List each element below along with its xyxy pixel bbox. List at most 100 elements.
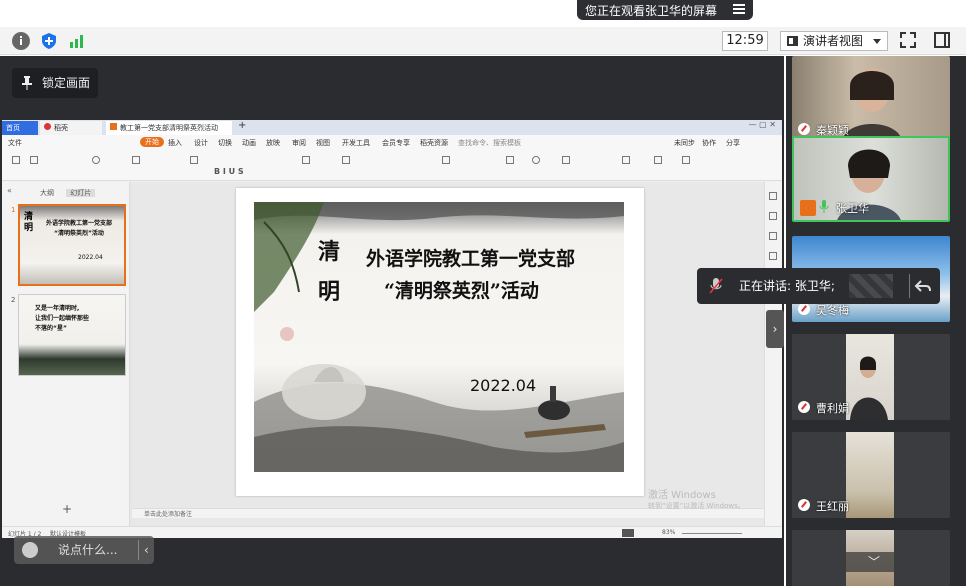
tab-home[interactable]: 首页 <box>2 121 38 135</box>
screen-share-label: 您正在观看张卫华的屏幕 <box>585 3 718 18</box>
thumb2-line-1: 又是一年清明时, <box>35 305 80 312</box>
reply-icon[interactable] <box>914 277 932 295</box>
replace-icon[interactable] <box>654 156 662 164</box>
menu-member[interactable]: 会员专享 <box>382 138 410 148</box>
sidebar-toggle-icon[interactable] <box>934 32 950 48</box>
zoom-level[interactable]: 83% <box>662 529 675 536</box>
info-icon[interactable] <box>12 32 30 50</box>
menu-view[interactable]: 视图 <box>316 138 330 148</box>
menu-sync[interactable]: 未同步 <box>674 138 695 148</box>
chevron-left-icon[interactable]: ‹ <box>144 536 149 564</box>
slide-thumbnail-1[interactable]: 清明 外语学院教工第一党支部 “清明祭英烈”活动 2022.04 <box>18 204 126 286</box>
lock-view-label: 锁定画面 <box>42 76 91 90</box>
mic-muted-icon <box>709 278 723 294</box>
command-search[interactable]: 查找命令、搜索模板 <box>458 138 521 148</box>
menu-share[interactable]: 分享 <box>726 138 740 148</box>
menu-icon[interactable] <box>733 4 745 16</box>
menu-design[interactable]: 设计 <box>194 138 208 148</box>
tool-icon[interactable] <box>769 212 777 220</box>
menu-file[interactable]: 文件 <box>8 138 22 148</box>
paste-icon[interactable] <box>12 156 20 164</box>
play-slideshow-icon[interactable] <box>622 529 634 537</box>
tab-slides[interactable]: 幻灯片 <box>66 189 96 197</box>
tooltip-divider <box>909 274 910 298</box>
menu-docer[interactable]: 稻壳资源 <box>420 138 448 148</box>
thumb2-line-3: 不落的“星” <box>35 325 67 332</box>
participant-video <box>850 356 888 420</box>
textbox-icon[interactable] <box>506 156 514 164</box>
shield-icon[interactable] <box>40 32 58 50</box>
thumb-title-1: 外语学院教工第一党支部 <box>46 220 113 227</box>
bullets-icon[interactable] <box>302 156 310 164</box>
app-tab-bar: 首页 稻壳 教工第一党支部清明祭英烈活动 + — ▢ ✕ <box>2 120 782 135</box>
add-slide-icon[interactable]: + <box>62 502 72 516</box>
shared-screen-area: 锁定画面 首页 稻壳 教工第一党支部清明祭英烈活动 + — ▢ ✕ 文件 开始 … <box>0 56 784 586</box>
cut-icon[interactable] <box>30 156 38 164</box>
menu-slideshow[interactable]: 放映 <box>266 138 280 148</box>
app-menu-bar: 文件 开始 插入 设计 切换 动画 放映 审阅 视图 开发工具 会员专享 稻壳资… <box>2 135 782 151</box>
emoji-icon[interactable] <box>22 542 38 558</box>
columns-icon[interactable] <box>442 156 450 164</box>
mic-muted-icon <box>798 123 810 135</box>
picture-icon[interactable] <box>562 156 570 164</box>
participant-name: 张卫华 <box>818 200 869 216</box>
participant-tile[interactable]: 秦颖颖 <box>792 56 950 142</box>
play-icon[interactable] <box>92 156 100 164</box>
tab-document[interactable]: 教工第一党支部清明祭英烈活动 <box>106 121 232 135</box>
tab-docer[interactable]: 稻壳 <box>40 121 102 135</box>
zoom-slider[interactable] <box>682 533 742 534</box>
activation-watermark: 激活 Windows 转到“设置”以激活 Windows。 <box>648 490 745 512</box>
watermark-line-1: 激活 Windows <box>648 490 716 501</box>
reset-icon[interactable] <box>190 156 198 164</box>
chat-placeholder: 说点什么... <box>58 543 118 557</box>
scroll-down-button[interactable]: ﹀ <box>838 552 910 572</box>
tool-icon[interactable] <box>769 192 777 200</box>
chat-input[interactable]: 说点什么... ‹ <box>14 536 154 564</box>
slide-thumbnail-panel: « 大纲 幻灯片 1 清明 外语学院教工第一党支部 “清明祭英烈”活动 2022… <box>2 182 130 526</box>
mic-muted-icon <box>798 499 810 511</box>
menu-animation[interactable]: 动画 <box>242 138 256 148</box>
menu-review[interactable]: 审阅 <box>292 138 306 148</box>
menu-devtools[interactable]: 开发工具 <box>342 138 370 148</box>
meeting-clock: 12:59 <box>722 31 768 51</box>
slide-vertical-title: 清明 <box>318 239 341 305</box>
select-icon[interactable] <box>682 156 690 164</box>
fullscreen-icon[interactable] <box>900 32 916 48</box>
screen-share-banner[interactable]: 您正在观看张卫华的屏幕 <box>577 0 753 20</box>
tool-icon[interactable] <box>769 252 777 260</box>
view-mode-dropdown[interactable]: 演讲者视图 <box>780 31 888 51</box>
add-tab-icon[interactable]: + <box>238 120 246 131</box>
right-tool-strip <box>764 182 782 526</box>
slide-canvas-area: 清明 外语学院教工第一党支部 “清明祭英烈”活动 2022.04 <box>132 182 764 526</box>
bold-icon[interactable]: B I U S <box>214 167 244 176</box>
participant-tile[interactable]: 王红丽 <box>792 432 950 518</box>
chevron-down-icon <box>873 39 881 44</box>
menu-collab[interactable]: 协作 <box>702 138 716 148</box>
collapse-panel-icon[interactable]: « <box>7 186 12 195</box>
collapse-sidebar-button[interactable]: › <box>766 310 784 348</box>
active-speaker-label: 正在讲话: 张卫华; <box>739 279 835 293</box>
window-controls[interactable]: — ▢ ✕ <box>749 120 776 129</box>
participant-tile-active[interactable]: 张卫华 <box>792 136 950 222</box>
shape-icon[interactable] <box>532 156 540 164</box>
menu-start[interactable]: 开始 <box>140 137 164 147</box>
menu-insert[interactable]: 插入 <box>168 138 182 148</box>
meeting-window: 您正在观看张卫华的屏幕 12:59 演讲者视图 锁定画面 首页 稻壳 教工第一党… <box>0 0 966 586</box>
lock-view-button[interactable]: 锁定画面 <box>12 68 98 98</box>
slide-date: 2022.04 <box>470 376 537 395</box>
align-icon[interactable] <box>342 156 350 164</box>
slide-thumbnail-2[interactable]: 又是一年清明时, 让我们一起缅怀那些 不落的“星” <box>18 294 126 376</box>
chat-divider <box>138 540 139 560</box>
participant-tile[interactable]: 曹利娟 <box>792 334 950 420</box>
presenter-icon[interactable] <box>622 156 630 164</box>
slide-canvas[interactable]: 清明 外语学院教工第一党支部 “清明祭英烈”活动 2022.04 <box>236 188 644 496</box>
tool-icon[interactable] <box>769 232 777 240</box>
signal-icon[interactable] <box>68 32 86 50</box>
thumb-title-2: “清明祭英烈”活动 <box>54 230 104 237</box>
active-speaker-tooltip: 正在讲话: 张卫华; <box>697 268 940 304</box>
ink-painting-art <box>254 202 624 472</box>
tab-outline[interactable]: 大纲 <box>40 189 54 197</box>
new-slide-icon[interactable] <box>132 156 140 164</box>
menu-transition[interactable]: 切换 <box>218 138 232 148</box>
meeting-toolbar: 12:59 演讲者视图 <box>0 27 966 55</box>
